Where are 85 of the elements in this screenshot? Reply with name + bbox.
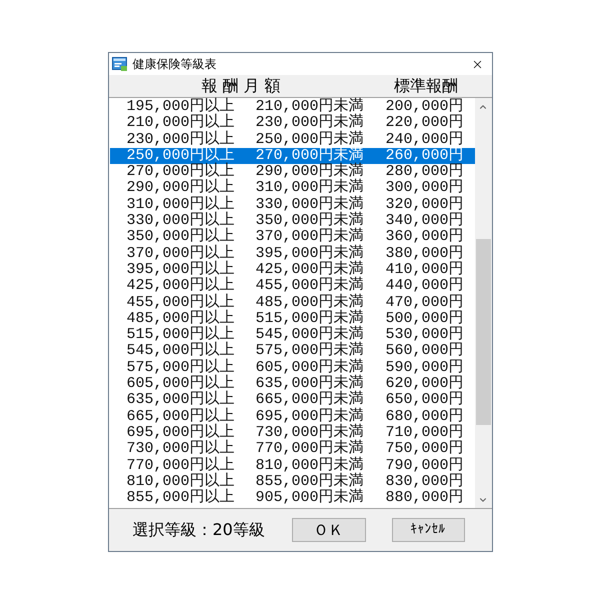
list-cell-text: 410,000円 — [384, 262, 464, 278]
list-cell-text: 830,000円 — [384, 474, 464, 490]
list-row[interactable]: 770,000円以上 810,000円未満 790,000円 — [110, 458, 474, 474]
list-cell-text: 590,000円 — [384, 360, 464, 376]
list-cell-text: 360,000円 — [384, 229, 464, 246]
list-cell-text: 485,000円以上 — [126, 310, 236, 327]
list-cell-text: 210,000円以上 — [126, 115, 236, 132]
list-cell-text: 340,000円 — [384, 213, 464, 230]
list-cell-text: 905,000円未満 — [256, 490, 365, 506]
list-row[interactable]: 425,000円以上 455,000円未満 440,000円 — [110, 278, 474, 295]
list-cell-text: 350,000円以上 — [126, 229, 236, 246]
list-cell-text: 195,000円以上 — [126, 99, 236, 115]
list-cell-text: 855,000円以上 — [126, 490, 236, 506]
list-cell-text: 530,000円 — [384, 327, 464, 344]
list-cell-text: 425,000円未満 — [256, 262, 365, 278]
list-cell-text: 605,000円未満 — [256, 360, 365, 376]
list-cell-text: 210,000円未満 — [256, 99, 365, 115]
list-cell-text: 810,000円以上 — [126, 474, 236, 490]
list-cell-text: 425,000円以上 — [126, 278, 236, 294]
column-header: 報 酬 月 額 — [200, 77, 282, 95]
list-row[interactable]: 230,000円以上 250,000円未満 240,000円 — [110, 132, 474, 148]
list-cell-text: 290,000円以上 — [126, 180, 236, 196]
list-cell-text: 515,000円未満 — [256, 310, 365, 327]
list-cell-text: 395,000円以上 — [126, 262, 236, 278]
list-cell-text: 680,000円 — [384, 408, 464, 425]
list-cell-text: 620,000円 — [384, 376, 464, 392]
list-cell-text: 575,000円以上 — [126, 360, 236, 376]
dialog-button[interactable]: ｷｬﾝｾﾙ — [392, 518, 464, 542]
list-cell-text: 230,000円未満 — [256, 115, 365, 132]
list-cell-text: 395,000円未満 — [256, 246, 365, 262]
list-cell-text: 485,000円未満 — [256, 294, 365, 311]
list-row[interactable]: 855,000円以上 905,000円未満 880,000円 — [110, 490, 474, 506]
list-cell-text: 695,000円以上 — [126, 424, 236, 441]
list-cell-text: 770,000円以上 — [126, 458, 236, 474]
list-cell-text: 575,000円未満 — [256, 343, 365, 360]
list-cell-text: 250,000円未満 — [256, 132, 365, 148]
list-cell-text: 310,000円未満 — [256, 180, 365, 196]
list-cell-text: 300,000円 — [384, 180, 464, 196]
list-cell-text: 855,000円未満 — [256, 474, 365, 490]
list-cell-text: 695,000円未満 — [256, 408, 365, 425]
list-cell-text: 560,000円 — [384, 343, 464, 360]
list-cell-text: 310,000円以上 — [126, 196, 236, 213]
list-cell-text: 650,000円 — [384, 392, 464, 408]
list-row[interactable]: 370,000円以上 395,000円未満 380,000円 — [110, 246, 474, 262]
column-header: 標準報酬 — [393, 77, 459, 95]
list-cell-text: 320,000円 — [384, 196, 464, 213]
list-row[interactable]: 665,000円以上 695,000円未満 680,000円 — [110, 408, 474, 425]
list-cell-text: 280,000円 — [384, 164, 464, 180]
list-cell-text: 470,000円 — [384, 294, 464, 311]
scrollbar-thumb[interactable] — [476, 239, 490, 425]
list-cell-text: 240,000円 — [384, 132, 464, 148]
list-cell-text: 665,000円以上 — [126, 408, 236, 425]
app-icon — [112, 57, 126, 71]
list-row[interactable]: 635,000円以上 665,000円未満 650,000円 — [110, 392, 474, 409]
list-cell-text: 730,000円以上 — [126, 441, 236, 458]
list-cell-text: 455,000円未満 — [256, 278, 365, 294]
list-cell-text: 380,000円 — [384, 246, 464, 262]
list-cell-text: 635,000円以上 — [126, 392, 236, 408]
selected-grade-label: 選択等級：20等級 — [132, 520, 266, 540]
list-cell-text: 750,000円 — [384, 441, 464, 458]
dialog-button[interactable]: ＯＫ — [292, 518, 366, 542]
list-cell-text: 370,000円未満 — [256, 229, 365, 246]
list-cell-text: 665,000円未満 — [256, 392, 365, 408]
list-cell-text: 370,000円以上 — [126, 246, 236, 262]
list-cell-text: 440,000円 — [384, 278, 464, 294]
list-cell-text: 220,000円 — [384, 115, 464, 132]
list-row[interactable]: 290,000円以上 310,000円未満 300,000円 — [110, 180, 474, 197]
list-row[interactable]: 350,000円以上 370,000円未満 360,000円 — [110, 229, 474, 246]
list-cell-text: 880,000円 — [384, 490, 464, 506]
list-cell-text: 500,000円 — [384, 310, 464, 327]
list-row[interactable]: 210,000円以上 230,000円未満 220,000円 — [110, 115, 474, 132]
list-row[interactable]: 455,000円以上 485,000円未満 470,000円 — [110, 294, 474, 311]
window-title: 健康保険等級表 — [132, 57, 216, 71]
list-cell-text: 545,000円以上 — [126, 343, 236, 360]
list-cell-text: 710,000円 — [384, 424, 464, 441]
list-cell-text: 810,000円未満 — [256, 458, 365, 474]
list-cell-text: 790,000円 — [384, 458, 464, 474]
list-cell-text: 230,000円以上 — [126, 132, 236, 148]
list-cell-text: 730,000円未満 — [256, 424, 365, 441]
list-cell-text: 770,000円未満 — [256, 441, 365, 458]
list-row[interactable]: 730,000円以上 770,000円未満 750,000円 — [110, 441, 474, 458]
list-cell-text: 200,000円 — [384, 99, 464, 115]
list-cell-text: 455,000円以上 — [126, 294, 236, 311]
list-cell-text: 330,000円未満 — [256, 196, 365, 213]
list-row[interactable]: 545,000円以上 575,000円未満 560,000円 — [110, 343, 474, 360]
